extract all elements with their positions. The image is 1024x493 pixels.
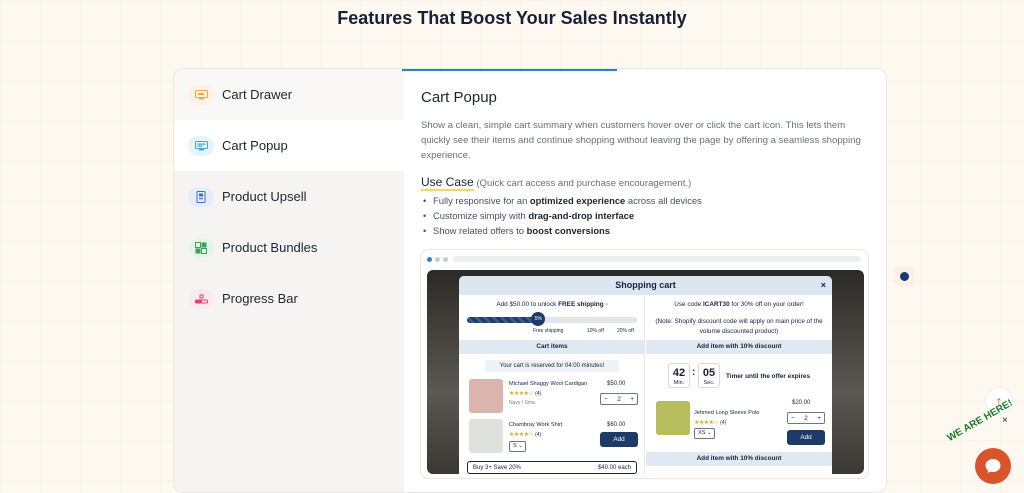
- gift-icon: ▪: [605, 301, 608, 308]
- close-icon[interactable]: ×: [821, 276, 826, 295]
- product-rating: ★★★★☆ (4): [694, 420, 727, 426]
- window-dot-icon: [435, 257, 440, 262]
- product-image: [469, 379, 503, 413]
- close-icon[interactable]: ×: [1002, 415, 1008, 426]
- bundle-offer[interactable]: Buy 3+ Save 20% $40.00 each: [467, 461, 637, 474]
- discount-code-message: Use code ICART30 for 30% off on your ord…: [674, 301, 804, 308]
- milestone-label: Free shipping: [533, 328, 564, 334]
- feature-bullets: Fully responsive for an optimized experi…: [421, 195, 866, 236]
- chat-bubble-icon: [985, 459, 1001, 473]
- cart-popup-preview: Shopping cart × Add $50.00 to unlock FRE…: [420, 249, 869, 479]
- timer-caption: Timer until the offer expires: [726, 373, 811, 380]
- use-case-label: Use Case: [421, 175, 474, 191]
- quantity-stepper[interactable]: −2 +: [600, 393, 638, 405]
- product-bundles-icon: [188, 237, 214, 258]
- add-button[interactable]: Add: [787, 430, 825, 445]
- sidebar-item-cart-popup[interactable]: Cart Popup: [174, 120, 404, 171]
- sidebar-item-label: Progress Bar: [222, 291, 298, 306]
- timer-separator: :: [692, 367, 696, 378]
- window-dot-icon: [443, 257, 448, 262]
- chevron-down-icon: ⌄: [516, 443, 523, 449]
- cart-popup-icon: [188, 135, 214, 156]
- shipping-progress-fill: [467, 317, 539, 323]
- feature-title: Cart Popup: [421, 89, 497, 106]
- discount-note: (Note: Shopify discount code will apply …: [655, 318, 823, 335]
- product-price: $50.00: [607, 381, 626, 387]
- milestone-label: 10% off: [587, 328, 604, 334]
- window-dot-icon: [427, 257, 432, 262]
- product-image: [656, 401, 690, 435]
- sidebar-item-cart-drawer[interactable]: Cart Drawer: [174, 69, 404, 120]
- shopping-cart-popup: Shopping cart × Add $50.00 to unlock FRE…: [459, 276, 832, 474]
- list-item: Show related offers to boost conversions: [421, 225, 866, 236]
- sidebar-item-progress-bar[interactable]: Progress Bar: [174, 273, 404, 324]
- minus-icon[interactable]: −: [791, 415, 795, 422]
- list-item: Customize simply with drag-and-drop inte…: [421, 210, 866, 221]
- quantity-stepper[interactable]: −2 +: [787, 412, 825, 424]
- chat-button[interactable]: [975, 448, 1011, 484]
- floating-indicator[interactable]: [895, 267, 914, 286]
- plus-icon[interactable]: +: [630, 396, 634, 403]
- minus-icon[interactable]: −: [604, 396, 608, 403]
- milestone-label: 20% off: [617, 328, 634, 334]
- product-rating: ★★★★☆ (4): [509, 391, 542, 397]
- product-name: Jehmed Long Sleeve Polo: [694, 410, 760, 416]
- active-tab-indicator: [402, 69, 617, 71]
- size-select[interactable]: S ⌄: [509, 441, 526, 452]
- sidebar-item-label: Product Bundles: [222, 240, 318, 255]
- product-image: [469, 419, 503, 453]
- sidebar-item-label: Cart Popup: [222, 138, 288, 153]
- shipping-message: Add $50.00 to unlock FREE shipping ▪: [496, 301, 608, 308]
- product-rating: ★★★★☆ (4): [509, 432, 542, 438]
- list-item: Fully responsive for an optimized experi…: [421, 195, 866, 206]
- product-name: Chambray Work Shirt: [509, 422, 563, 428]
- cart-drawer-icon: [188, 84, 214, 105]
- product-upsell-icon: [188, 186, 214, 207]
- use-case-note: (Quick cart access and purchase encourag…: [476, 178, 692, 189]
- discount-heading: Add item with 10% discount: [646, 340, 832, 354]
- sidebar-item-label: Cart Drawer: [222, 87, 293, 102]
- feature-content: Cart Popup Show a clean, simple cart sum…: [421, 89, 866, 240]
- discount-heading: Add item with 10% discount: [646, 452, 832, 466]
- use-case: Use Case (Quick cart access and purchase…: [421, 175, 866, 191]
- features-sidebar: Cart Drawer Cart Popup Product Upsell Pr…: [174, 69, 404, 492]
- progress-bar-icon: [188, 288, 214, 309]
- address-bar: [453, 256, 861, 262]
- reserved-timer-notice: Your cart is reserved for 04:00 minutes!: [485, 360, 619, 372]
- browser-chrome: [421, 250, 868, 269]
- product-price: $20.00: [792, 400, 811, 406]
- sidebar-item-label: Product Upsell: [222, 189, 307, 204]
- page-headline: Features That Boost Your Sales Instantly: [337, 8, 687, 28]
- shipping-progress-bar: [467, 317, 637, 323]
- feature-description: Show a clean, simple cart summary when c…: [421, 120, 861, 161]
- store-screenshot: Shopping cart × Add $50.00 to unlock FRE…: [427, 270, 864, 474]
- cart-right-column: Use code ICART30 for 30% off on your ord…: [646, 295, 832, 474]
- size-select[interactable]: XS ⌄: [694, 428, 715, 439]
- plus-icon[interactable]: +: [817, 415, 821, 422]
- timer-minutes: 42 Min.: [668, 363, 690, 388]
- product-variant: Navy / Sma: [509, 400, 535, 406]
- product-price: $60.00: [607, 422, 626, 428]
- cart-header: Shopping cart ×: [459, 276, 832, 295]
- sidebar-item-product-bundles[interactable]: Product Bundles: [174, 222, 404, 273]
- chevron-down-icon: ⌄: [705, 430, 712, 436]
- timer-seconds: 05 Sec.: [698, 363, 720, 388]
- add-button[interactable]: Add: [600, 432, 638, 447]
- progress-badge: 5%: [531, 312, 546, 326]
- product-name: Michael Shaggy Wool Cardigan: [509, 381, 588, 387]
- sidebar-item-product-upsell[interactable]: Product Upsell: [174, 171, 404, 222]
- cart-left-column: Add $50.00 to unlock FREE shipping ▪ 5% …: [459, 295, 645, 474]
- cart-items-heading: Cart items: [459, 340, 645, 354]
